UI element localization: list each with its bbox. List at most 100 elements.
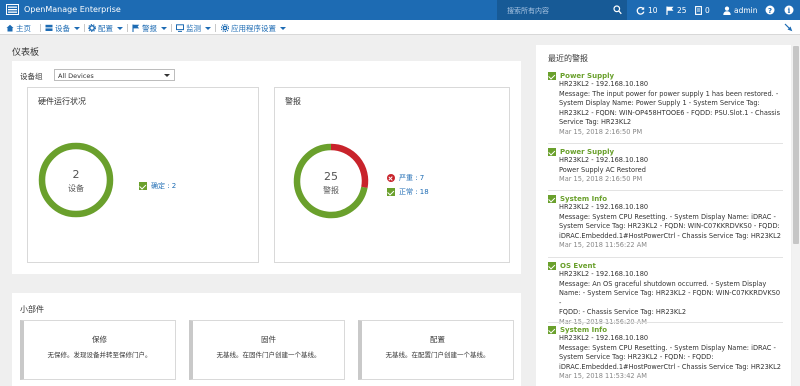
- alert-item[interactable]: Power Supply HR23KL2 - 192.168.10.180 Po…: [548, 148, 783, 185]
- tasks-count: 0: [705, 6, 710, 15]
- alert-divider: [548, 143, 783, 144]
- flag-icon: [666, 6, 674, 15]
- alert-item[interactable]: System Info HR23KL2 - 192.168.10.180 Mes…: [548, 326, 783, 382]
- alerts-legend-critical[interactable]: 严重 : 7: [387, 173, 424, 183]
- device-group-label: 设备组: [20, 72, 43, 81]
- widget-warranty-subtitle: 无保修。发现设备并转至保修门户。: [47, 351, 152, 359]
- alert-name[interactable]: System Info: [560, 195, 607, 203]
- search-icon[interactable]: [613, 5, 622, 15]
- alert-message: HR23KL2 - FQDN: WIN-OP458HTOOE6 - FQDD: …: [559, 108, 781, 117]
- jobs-count: 10: [648, 6, 658, 15]
- devices-icon: [45, 24, 53, 31]
- alert-message: Name: - System Service Tag: HR23KL2 - FQ…: [559, 289, 781, 307]
- alert-name[interactable]: OS Event: [560, 262, 596, 270]
- page-title: 仪表板: [12, 48, 40, 58]
- help-icon[interactable]: ?: [765, 5, 775, 15]
- alert-item[interactable]: OS Event HR23KL2 - 192.168.10.180 Messag…: [548, 262, 783, 328]
- menu-divider: [171, 24, 172, 32]
- alert-name[interactable]: System Info: [560, 326, 607, 334]
- widget-configuration[interactable]: 配置 无基线。在配置门户创建一个基线。: [358, 320, 514, 380]
- pin-icon[interactable]: [784, 23, 793, 32]
- alert-timestamp: Mar 15, 2018 2:16:50 PM: [559, 175, 643, 184]
- check-icon: [548, 148, 556, 156]
- jobs-indicator[interactable]: 10: [636, 5, 658, 16]
- alert-timestamp: Mar 15, 2018 2:16:50 PM: [559, 127, 643, 136]
- alerts-card-title: 警报: [285, 97, 301, 106]
- widget-configuration-title: 配置: [430, 335, 445, 344]
- check-icon: [548, 326, 556, 334]
- check-icon: [548, 195, 556, 203]
- menu-divider: [40, 24, 41, 32]
- alerts-count-total: 25: [324, 170, 338, 183]
- alert-message: FQDD: - Chassis Service Tag: HR23KL2: [559, 308, 687, 317]
- widget-firmware[interactable]: 固件 无基线。在固件门户创建一个基线。: [189, 320, 345, 380]
- chevron-down-icon: [280, 26, 286, 30]
- alert-divider: [548, 190, 783, 191]
- alert-item[interactable]: Power Supply HR23KL2 - 192.168.10.180 Me…: [548, 72, 783, 138]
- menu-app-settings-label: 应用程序设置: [231, 23, 276, 33]
- svg-text:i: i: [788, 6, 791, 15]
- alert-message: System Service Tag: HR23KL2 - FQDN: WIN-…: [559, 222, 780, 231]
- monitor-icon: [176, 24, 184, 32]
- chevron-down-icon: [161, 26, 167, 30]
- alert-source: HR23KL2 - 192.168.10.180: [559, 80, 649, 88]
- alerts-count-unit: 警报: [323, 186, 339, 195]
- alerts-legend-critical-label: 严重 : 7: [399, 174, 425, 182]
- hardware-device-count: 2: [72, 168, 80, 181]
- flag-icon: [132, 24, 140, 32]
- gear-icon: [221, 24, 229, 32]
- alert-message: Power Supply AC Restored: [559, 165, 646, 174]
- widget-firmware-subtitle: 无基线。在固件门户创建一个基线。: [216, 351, 321, 359]
- menu-monitor[interactable]: 监测: [176, 23, 211, 33]
- alert-message: Message: System CPU Resetting. - System …: [559, 212, 776, 221]
- check-icon: [387, 188, 395, 196]
- menu-home[interactable]: 主页: [6, 23, 31, 33]
- user-menu[interactable]: admin: [723, 5, 758, 16]
- hardware-legend-ok[interactable]: 确定 : 2: [139, 181, 176, 191]
- widgets-title: 小部件: [20, 305, 44, 314]
- alert-item[interactable]: System Info HR23KL2 - 192.168.10.180 Mes…: [548, 195, 783, 251]
- alert-name[interactable]: Power Supply: [560, 72, 614, 80]
- document-icon: [695, 6, 702, 15]
- tasks-indicator[interactable]: 0: [695, 5, 710, 16]
- alert-message: System Display Name: Power Supply 1 - Sy…: [559, 99, 760, 108]
- menu-devices[interactable]: 设备: [45, 23, 80, 33]
- menu-alerts[interactable]: 警报: [132, 23, 167, 33]
- alert-name[interactable]: Power Supply: [560, 148, 614, 156]
- device-group-select[interactable]: All Devices: [54, 69, 175, 81]
- search-input[interactable]: 搜索所有内容: [497, 0, 627, 20]
- menu-divider: [84, 24, 85, 32]
- top-bar: OpenManage Enterprise 搜索所有内容 10 25 0 adm: [0, 0, 800, 20]
- alerts-count: 25: [677, 6, 687, 15]
- critical-x-icon: [387, 174, 395, 182]
- alert-source: HR23KL2 - 192.168.10.180: [559, 203, 649, 211]
- menu-configuration-label: 配置: [98, 23, 113, 33]
- menu-alerts-label: 警报: [142, 23, 157, 33]
- menu-divider: [127, 24, 128, 32]
- chevron-down-icon: [117, 26, 123, 30]
- alert-source: HR23KL2 - 192.168.10.180: [559, 270, 649, 278]
- alerts-scrollbar-thumb[interactable]: [793, 46, 799, 244]
- alert-timestamp: Mar 15, 2018 11:53:42 AM: [559, 372, 647, 381]
- alerts-legend-normal[interactable]: 正常 : 18: [387, 187, 429, 197]
- recent-alerts-title: 最近的警报: [548, 54, 588, 63]
- check-icon: [139, 182, 147, 190]
- alert-message: Message: The input power for power suppl…: [559, 89, 779, 98]
- info-icon[interactable]: i: [784, 5, 794, 15]
- refresh-icon: [636, 6, 645, 15]
- menu-app-settings[interactable]: 应用程序设置: [221, 23, 286, 33]
- hardware-device-unit: 设备: [68, 184, 84, 193]
- chevron-down-icon: [205, 26, 211, 30]
- alerts-indicator[interactable]: 25: [666, 5, 687, 16]
- alert-divider: [548, 322, 783, 323]
- widget-warranty[interactable]: 保修 无保修。发现设备并转至保修门户。: [20, 320, 176, 380]
- widget-configuration-subtitle: 无基线。在配置门户创建一个基线。: [385, 351, 490, 359]
- user-icon: [723, 6, 731, 15]
- check-icon: [548, 262, 556, 270]
- alert-message: iDRAC.Embedded.1#HostPowerCtrl - Chassis…: [559, 362, 781, 371]
- menu-monitor-label: 监测: [186, 23, 201, 33]
- device-group-value: All Devices: [58, 72, 94, 80]
- menu-configuration[interactable]: 配置: [88, 23, 123, 33]
- configuration-icon: [88, 24, 96, 32]
- chevron-down-icon: [164, 74, 170, 77]
